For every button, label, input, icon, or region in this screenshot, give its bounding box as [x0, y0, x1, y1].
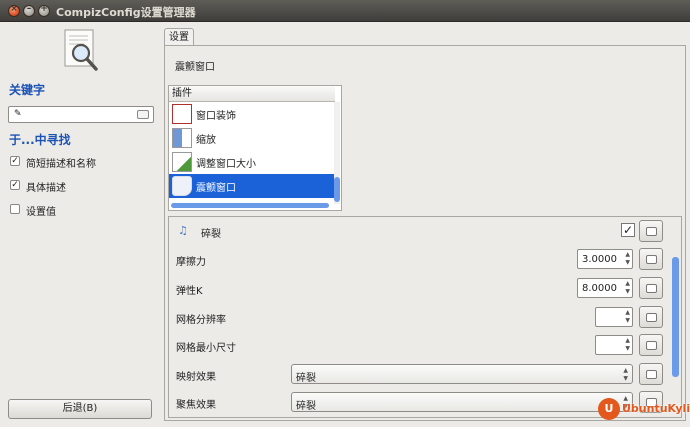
combo-arrows-icon: ▲ ▼: [623, 367, 628, 382]
settings-vscroll-thumb[interactable]: [672, 257, 679, 377]
option-long-desc-checkbox[interactable]: ✓: [10, 180, 20, 190]
focus-effect-combo[interactable]: 碎裂 ▲ ▼: [291, 392, 633, 412]
setting-label: 网格最小尺寸: [176, 343, 236, 354]
reset-icon: [646, 370, 657, 379]
option-short-desc-checkbox[interactable]: ✓: [10, 156, 20, 166]
search-in-heading: 于...中寻找: [9, 133, 71, 147]
plugin-list-vscroll-thumb[interactable]: [334, 177, 340, 202]
map-effect-combo[interactable]: 碎裂 ▲ ▼: [291, 364, 633, 384]
plugin-item-label: 缩放: [196, 135, 216, 146]
spin-arrows-icon[interactable]: ▲ ▼: [625, 337, 630, 353]
reset-button[interactable]: [639, 363, 663, 385]
plugin-item-zoom[interactable]: 缩放: [169, 126, 335, 150]
plugin-item-resize[interactable]: 调整窗口大小: [169, 150, 335, 174]
search-input[interactable]: ✎: [8, 106, 154, 123]
title-bar: × – + CompizConfig设置管理器: [0, 0, 690, 22]
ubuntukylin-logo-icon: U: [598, 398, 620, 420]
combo-value: 碎裂: [296, 401, 316, 412]
minimize-icon: –: [26, 4, 32, 14]
close-window-button[interactable]: ×: [8, 4, 20, 17]
setting-shatter-checkbox[interactable]: ✓: [621, 223, 635, 237]
setting-label: 弹性K: [176, 286, 203, 297]
spin-arrows-icon[interactable]: ▲ ▼: [625, 309, 630, 325]
plugin-list-vscroll[interactable]: [334, 102, 340, 204]
wobbly-icon: [172, 176, 192, 196]
setting-row-grid-min-size: 网格最小尺寸 ▲ ▼: [169, 331, 671, 359]
option-value-checkbox[interactable]: [10, 204, 20, 214]
grid-min-size-spinbox[interactable]: ▲ ▼: [595, 335, 633, 355]
setting-label: 摩擦力: [176, 257, 206, 268]
setting-label: 映射效果: [176, 372, 216, 383]
reset-icon: [646, 255, 657, 264]
combo-value: 碎裂: [296, 373, 316, 384]
spin-arrows-icon[interactable]: ▲ ▼: [625, 251, 630, 267]
reset-button[interactable]: [639, 306, 663, 328]
keyword-heading: 关键字: [9, 83, 46, 97]
setting-label: 聚焦效果: [176, 400, 216, 411]
maximize-window-button[interactable]: +: [38, 4, 50, 17]
reset-icon: [646, 284, 657, 293]
minimize-window-button[interactable]: –: [23, 4, 35, 17]
reset-button[interactable]: [639, 334, 663, 356]
reset-icon: [646, 341, 657, 350]
tab-settings[interactable]: 设置: [164, 28, 194, 46]
plugin-item-label: 震颤窗口: [196, 183, 236, 194]
setting-label: 碎裂: [201, 229, 221, 240]
plugin-item-window-decoration[interactable]: 窗口装饰: [169, 102, 335, 126]
music-note-icon: ♫: [178, 224, 188, 237]
spin-arrows-icon[interactable]: ▲ ▼: [625, 280, 630, 296]
setting-row-spring-k: 弹性K 8.0000 ▲ ▼: [169, 274, 671, 302]
setting-row-focus-effect: 聚焦效果 碎裂 ▲ ▼: [169, 388, 671, 416]
pencil-icon: ✎: [14, 109, 22, 119]
option-short-desc-label: 简短描述和名称: [26, 159, 96, 170]
friction-spinbox[interactable]: 3.0000 ▲ ▼: [577, 249, 633, 269]
spin-value: 8.0000: [582, 283, 617, 294]
back-button[interactable]: 后退(B): [8, 399, 152, 419]
ubuntukylin-watermark: U UbuntuKylin: [598, 398, 690, 422]
search-document-icon: [64, 29, 98, 71]
spring-k-spinbox[interactable]: 8.0000 ▲ ▼: [577, 278, 633, 298]
plugin-list[interactable]: 插件 窗口装饰 缩放 调整窗口大小 震颤窗口: [168, 85, 342, 211]
setting-label: 网格分辨率: [176, 315, 226, 326]
zoom-icon: [172, 128, 192, 148]
plugin-item-label: 调整窗口大小: [196, 159, 256, 170]
window-title: CompizConfig设置管理器: [56, 6, 196, 19]
plugin-list-hscroll[interactable]: [171, 203, 329, 208]
plugin-item-wobbly[interactable]: 震颤窗口: [169, 174, 335, 198]
reset-icon: [646, 313, 657, 322]
close-icon: ×: [10, 4, 18, 14]
setting-row-shatter: ♫ 碎裂 ✓: [169, 217, 671, 245]
settings-list: ♫ 碎裂 ✓ 摩擦力 3.0000 ▲ ▼ 弹性K 8.0000 ▲ ▼ 网格分辨率…: [168, 216, 682, 418]
grid-resolution-spinbox[interactable]: ▲ ▼: [595, 307, 633, 327]
plugin-list-header[interactable]: 插件: [169, 86, 335, 102]
reset-button[interactable]: [639, 277, 663, 299]
clear-search-icon[interactable]: [137, 110, 149, 119]
setting-row-grid-resolution: 网格分辨率 ▲ ▼: [169, 303, 671, 331]
reset-button[interactable]: [639, 220, 663, 242]
setting-row-map-effect: 映射效果 碎裂 ▲ ▼: [169, 360, 671, 388]
resize-icon: [172, 152, 192, 172]
plugin-title: 震颤窗口: [175, 62, 215, 73]
window-decoration-icon: [172, 104, 192, 124]
spin-value: 3.0000: [582, 254, 617, 265]
ubuntukylin-text: UbuntuKylin: [622, 402, 690, 415]
option-value-label: 设置值: [26, 207, 56, 218]
setting-row-friction: 摩擦力 3.0000 ▲ ▼: [169, 245, 671, 273]
reset-icon: [646, 227, 657, 236]
plugin-item-label: 窗口装饰: [196, 111, 236, 122]
reset-button[interactable]: [639, 248, 663, 270]
search-panel: 关键字 ✎ 于...中寻找 ✓ 简短描述和名称 ✓ 具体描述 设置值 后退(B): [0, 23, 160, 427]
maximize-icon: +: [40, 4, 48, 14]
option-long-desc-label: 具体描述: [26, 183, 66, 194]
settings-vscroll[interactable]: [672, 221, 679, 413]
